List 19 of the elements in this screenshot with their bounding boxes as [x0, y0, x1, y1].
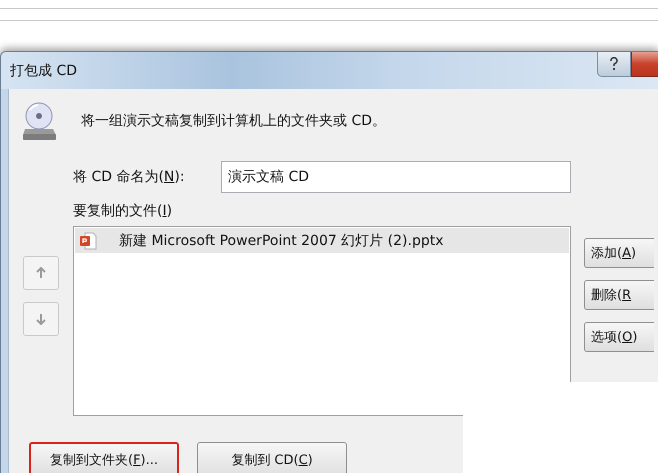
- close-button[interactable]: [631, 52, 658, 77]
- cd-drive-icon: [21, 101, 59, 141]
- side-button[interactable]: 添加(A): [584, 238, 654, 268]
- copy-to-cd-button[interactable]: 复制到 CD(C): [197, 442, 347, 473]
- up-arrow-icon: [36, 267, 46, 279]
- file-name: 新建 Microsoft PowerPoint 2007 幻灯片 (2).pptx: [119, 232, 444, 250]
- window-title: 打包成 CD: [10, 62, 78, 80]
- files-label: 要复制的文件(I): [73, 202, 174, 220]
- question-mark-icon: [609, 57, 619, 71]
- help-button[interactable]: [597, 52, 631, 77]
- down-arrow-icon: [36, 313, 46, 325]
- cd-name-field[interactable]: 演示文稿 CD: [221, 161, 571, 193]
- side-button[interactable]: 删除(R: [584, 280, 654, 310]
- file-list-item[interactable]: 新建 Microsoft PowerPoint 2007 幻灯片 (2).pptx: [75, 228, 569, 253]
- side-button[interactable]: 选项(O): [584, 322, 654, 352]
- copy-to-folder-button[interactable]: 复制到文件夹(F)...: [29, 442, 179, 473]
- intro-text: 将一组演示文稿复制到计算机上的文件夹或 CD。: [81, 112, 386, 130]
- cd-name-label: 将 CD 命名为(N):: [73, 168, 186, 186]
- pptx-file-icon: [79, 232, 97, 250]
